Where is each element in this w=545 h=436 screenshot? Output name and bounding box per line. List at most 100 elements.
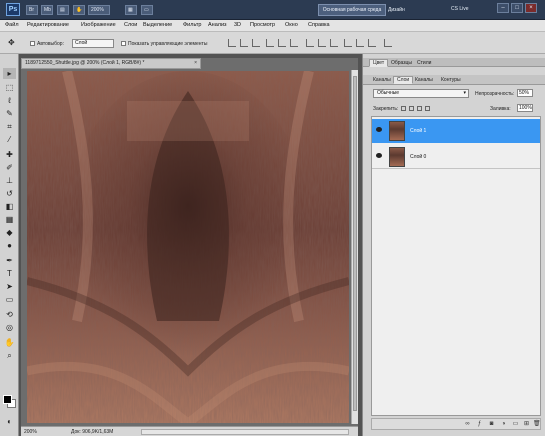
healing-brush-tool-icon[interactable]: ✚ <box>3 149 16 160</box>
lock-transparency-icon[interactable] <box>401 106 406 111</box>
maximize-icon[interactable]: □ <box>511 3 523 13</box>
zoom-level-select[interactable]: 200% <box>88 5 110 15</box>
distribute-right-icon[interactable] <box>368 39 376 47</box>
pen-tool-icon[interactable]: ✒ <box>3 255 16 266</box>
distribute-bottom-icon[interactable] <box>330 39 338 47</box>
layer-row-1[interactable]: Слой 1 <box>372 119 540 143</box>
foreground-color-swatch[interactable] <box>3 395 12 404</box>
brush-tool-icon[interactable]: ✐ <box>3 162 16 173</box>
menu-image[interactable]: Изображение <box>81 22 116 28</box>
menu-analysis[interactable]: Анализ <box>208 22 227 28</box>
add-mask-icon[interactable]: ◙ <box>488 421 495 428</box>
document-size-info[interactable]: Док: 906,9K/1,63M <box>71 429 113 435</box>
new-layer-icon[interactable]: ⊞ <box>523 421 530 428</box>
quick-mask-icon[interactable]: ◐ <box>3 416 16 427</box>
guides-icon[interactable]: ▤ <box>57 5 69 15</box>
blur-tool-icon[interactable]: ◆ <box>3 227 16 238</box>
align-hcenter-icon[interactable] <box>278 39 286 47</box>
distribute-hcenter-icon[interactable] <box>356 39 364 47</box>
3d-camera-tool-icon[interactable]: ◎ <box>3 322 16 333</box>
menu-window[interactable]: Окно <box>285 22 298 28</box>
menu-help[interactable]: Справка <box>308 22 330 28</box>
layer-row-0[interactable]: Слой 0 <box>372 145 540 169</box>
crop-tool-icon[interactable]: ⌗ <box>3 121 16 132</box>
zoom-readout[interactable]: 200% <box>24 429 37 435</box>
layer-style-icon[interactable]: ƒ <box>476 421 483 428</box>
blend-mode-select[interactable]: Обычные ▾ <box>373 89 469 98</box>
screen-mode-icon[interactable]: ▭ <box>141 5 153 15</box>
autoselect-target-select[interactable]: Слой <box>72 39 114 48</box>
distribute-left-icon[interactable] <box>344 39 352 47</box>
image-canvas[interactable] <box>27 71 349 423</box>
distribute-top-icon[interactable] <box>306 39 314 47</box>
lock-position-icon[interactable] <box>417 106 422 111</box>
chevron-down-icon: ▾ <box>463 90 466 96</box>
move-tool-preset-icon[interactable]: ✥ <box>8 38 20 48</box>
menu-edit[interactable]: Редактирование <box>27 22 69 28</box>
eye-icon[interactable] <box>376 127 382 132</box>
tab-paths[interactable]: Контуры <box>437 76 465 84</box>
document-tab[interactable]: 1189712550_Shuttle.jpg @ 200% (Слой 1, R… <box>21 58 201 69</box>
dodge-tool-icon[interactable]: ● <box>3 240 16 251</box>
arrange-documents-icon[interactable]: ▦ <box>125 5 137 15</box>
tab-color[interactable]: Цвет <box>369 59 389 67</box>
menu-file[interactable]: Файл <box>5 22 19 28</box>
menu-layers[interactable]: Слои <box>124 22 137 28</box>
eraser-tool-icon[interactable]: ◧ <box>3 201 16 212</box>
tab-styles[interactable]: Стили <box>413 59 435 67</box>
align-left-icon[interactable] <box>266 39 274 47</box>
vertical-scroll-thumb[interactable] <box>353 76 357 411</box>
minibridge-icon[interactable]: Mb <box>41 5 53 15</box>
design-workspace-link[interactable]: Дизайн <box>388 7 405 13</box>
clone-stamp-tool-icon[interactable]: ⊥ <box>3 175 16 186</box>
new-group-icon[interactable]: ▭ <box>512 421 519 428</box>
menu-select[interactable]: Выделение <box>143 22 172 28</box>
menu-filter[interactable]: Фильтр <box>183 22 201 28</box>
align-vcenter-icon[interactable] <box>240 39 248 47</box>
horizontal-scrollbar[interactable] <box>141 429 349 435</box>
align-top-icon[interactable] <box>228 39 236 47</box>
panels-dock: Цвет Образцы Стили Каналы Слои Каналы Ко… <box>362 54 545 436</box>
autoselect-checkbox[interactable] <box>30 41 35 46</box>
link-layers-icon[interactable]: ∞ <box>464 421 471 428</box>
tab-channels[interactable]: Каналы <box>411 76 437 84</box>
type-tool-icon[interactable]: T <box>3 268 16 279</box>
path-selection-tool-icon[interactable]: ➤ <box>3 281 16 292</box>
workspace-button[interactable]: Основная рабочая среда <box>318 4 386 16</box>
hand-view-icon[interactable]: ✋ <box>73 5 85 15</box>
distribute-vcenter-icon[interactable] <box>318 39 326 47</box>
bridge-icon[interactable]: Br <box>26 5 38 15</box>
adjustment-layer-icon[interactable]: ◑ <box>500 421 507 428</box>
lasso-tool-icon[interactable]: ℓ <box>3 95 16 106</box>
menu-3d[interactable]: 3D <box>234 22 241 28</box>
quick-select-tool-icon[interactable]: ✎ <box>3 108 16 119</box>
shape-tool-icon[interactable]: ▭ <box>3 294 16 305</box>
cs-live-button[interactable]: CS Live <box>451 6 469 12</box>
opacity-field[interactable]: 50% <box>517 89 533 97</box>
lock-all-icon[interactable] <box>425 106 430 111</box>
minimize-icon[interactable]: – <box>497 3 509 13</box>
marquee-tool-icon[interactable]: ⬚ <box>3 82 16 93</box>
auto-align-icon[interactable] <box>384 39 392 47</box>
lock-pixels-icon[interactable] <box>409 106 414 111</box>
eyedropper-tool-icon[interactable]: ⁄ <box>3 134 16 145</box>
tab-channels-alt[interactable]: Каналы <box>369 76 395 84</box>
menu-view[interactable]: Просмотр <box>250 22 275 28</box>
trash-icon[interactable]: 🗑 <box>533 421 541 428</box>
history-brush-tool-icon[interactable]: ↺ <box>3 188 16 199</box>
tab-swatches[interactable]: Образцы <box>387 59 416 67</box>
app-title-bar: Ps Br Mb ▤ ✋ 200% ▦ ▭ Основная рабочая с… <box>0 0 545 20</box>
align-right-icon[interactable] <box>290 39 298 47</box>
document-close-icon[interactable]: × <box>194 59 197 68</box>
fill-field[interactable]: 100% <box>517 104 533 112</box>
show-controls-checkbox[interactable] <box>121 41 126 46</box>
zoom-tool-icon[interactable]: ⌕ <box>3 350 16 361</box>
align-bottom-icon[interactable] <box>252 39 260 47</box>
move-tool-icon[interactable]: ▸ <box>3 68 16 79</box>
hand-tool-icon[interactable]: ✋ <box>3 337 16 348</box>
3d-rotate-tool-icon[interactable]: ⟲ <box>3 309 16 320</box>
close-icon[interactable]: × <box>525 3 537 13</box>
vertical-scrollbar[interactable] <box>351 70 358 424</box>
gradient-tool-icon[interactable]: ▦ <box>3 214 16 225</box>
eye-icon[interactable] <box>376 153 382 158</box>
